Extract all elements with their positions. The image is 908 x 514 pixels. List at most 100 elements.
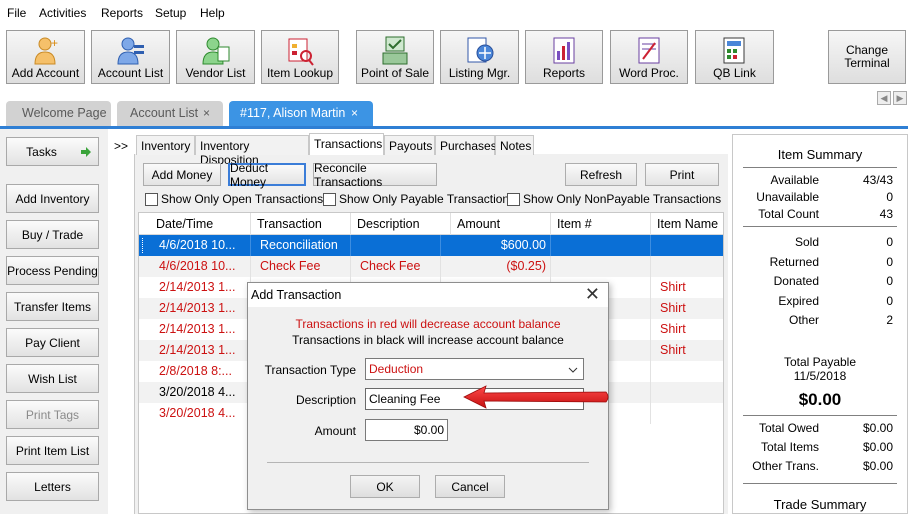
quickbooks-link-button[interactable]: QB Link [695, 30, 774, 84]
tab-inventory[interactable]: Inventory [136, 135, 195, 155]
summary-value: 0 [886, 235, 893, 249]
col-item-number[interactable]: Item # [557, 217, 592, 231]
filter-nonpayable-checkbox[interactable]: Show Only NonPayable Transactions [507, 192, 721, 206]
word-processor-label: Word Proc. [619, 66, 679, 80]
tab-scroll-left-icon[interactable]: ◀ [877, 91, 891, 105]
menu-help[interactable]: Help [200, 6, 225, 20]
summary-label: Total Count [758, 207, 819, 221]
reports-icon [553, 37, 575, 64]
tab-underline [0, 126, 908, 129]
change-terminal-label: Change Terminal [844, 43, 890, 70]
cell-description: Check Fee [360, 259, 421, 273]
reconcile-transactions-button[interactable]: Reconcile Transactions [313, 161, 437, 189]
table-row[interactable]: 4/6/2018 10... Check Fee Check Fee ($0.25) [139, 256, 723, 277]
word-processor-button[interactable]: Word Proc. [610, 30, 688, 84]
account-list-icon [116, 37, 144, 65]
tab-account-list-label: Account List [130, 106, 199, 120]
cell-item-name: Shirt [660, 343, 686, 357]
cell-date: 4/6/2018 10... [159, 238, 236, 252]
tab-alison-martin[interactable]: #117, Alison Martin × [229, 101, 373, 127]
add-inventory-button[interactable]: Add Inventory [6, 184, 99, 213]
print-tags-button: Print Tags [6, 400, 99, 429]
trade-summary-title: Trade Summary [773, 497, 867, 512]
pay-client-button[interactable]: Pay Client [6, 328, 99, 357]
summary-label: Total Owed [758, 421, 819, 435]
amount-input[interactable]: $0.00 [365, 419, 448, 441]
process-pending-button[interactable]: Process Pending [6, 256, 99, 285]
tab-alison-martin-label: #117, Alison Martin [240, 106, 346, 120]
point-of-sale-icon [382, 36, 408, 65]
tab-welcome-label: Welcome Page [22, 106, 107, 120]
menu-reports[interactable]: Reports [101, 6, 143, 20]
menu-file[interactable]: File [7, 6, 26, 20]
tab-scroll-right-icon[interactable]: ▶ [893, 91, 907, 105]
tasks-button[interactable]: Tasks [6, 137, 99, 166]
cell-date: 3/20/2018 4... [159, 385, 236, 399]
cell-date: 2/14/2013 1... [159, 343, 236, 357]
tab-purchases[interactable]: Purchases [435, 135, 497, 155]
transfer-items-button[interactable]: Transfer Items [6, 292, 99, 321]
filter-open-label: Show Only Open Transactions [161, 192, 324, 206]
add-money-button[interactable]: Add Money [143, 163, 221, 186]
transaction-type-select[interactable]: Deduction [365, 358, 584, 380]
transaction-type-value: Deduction [369, 362, 424, 376]
refresh-button[interactable]: Refresh [565, 163, 637, 186]
tab-welcome-page[interactable]: Welcome Page [6, 101, 111, 127]
reports-button[interactable]: Reports [525, 30, 603, 84]
cell-item-name: Shirt [660, 301, 686, 315]
col-description[interactable]: Description [357, 217, 420, 231]
filter-nonpayable-box[interactable] [507, 192, 520, 206]
col-date-time[interactable]: Date/Time [156, 217, 213, 231]
cell-date: 4/6/2018 10... [159, 259, 236, 273]
table-row[interactable]: 4/6/2018 10... Reconciliation $600.00 [139, 235, 723, 256]
tab-inventory-disposition[interactable]: Inventory Disposition [195, 135, 309, 167]
point-of-sale-button[interactable]: Point of Sale [356, 30, 434, 84]
tab-notes[interactable]: Notes [495, 135, 534, 155]
amount-label: Amount [314, 424, 356, 438]
col-transaction[interactable]: Transaction [257, 217, 322, 231]
filter-payable-box[interactable] [323, 192, 336, 206]
col-amount[interactable]: Amount [457, 217, 500, 231]
summary-value: $0.00 [862, 440, 893, 454]
letters-button[interactable]: Letters [6, 472, 99, 501]
cancel-button[interactable]: Cancel [435, 475, 505, 498]
cell-date: 2/14/2013 1... [159, 280, 236, 294]
collapse-chevron[interactable]: >> [114, 139, 128, 153]
summary-label: Available [770, 173, 819, 187]
filter-open-box[interactable] [145, 192, 158, 206]
cell-date: 2/14/2013 1... [159, 322, 236, 336]
tab-account-list[interactable]: Account List × [117, 101, 223, 127]
deduct-money-button[interactable]: Deduct Money [228, 161, 306, 189]
buy-trade-button[interactable]: Buy / Trade [6, 220, 99, 249]
tab-transactions[interactable]: Transactions [309, 133, 384, 155]
ok-button[interactable]: OK [350, 475, 420, 498]
change-terminal-button[interactable]: Change Terminal [828, 30, 906, 84]
menu-setup[interactable]: Setup [155, 6, 186, 20]
summary-value: 0 [886, 274, 893, 289]
listing-manager-label: Listing Mgr. [448, 66, 511, 80]
tab-account-list-close-icon[interactable]: × [203, 106, 210, 120]
print-button[interactable]: Print [645, 163, 719, 186]
item-lookup-button[interactable]: Item Lookup [261, 30, 339, 84]
print-item-list-button[interactable]: Print Item List [6, 436, 99, 465]
tab-alison-martin-close-icon[interactable]: × [351, 106, 358, 120]
add-account-button[interactable]: + Add Account [6, 30, 85, 84]
wish-list-button[interactable]: Wish List [6, 364, 99, 393]
grid-header: Date/Time Transaction Description Amount… [139, 213, 723, 235]
vendor-list-button[interactable]: Vendor List [176, 30, 255, 84]
col-item-name[interactable]: Item Name [657, 217, 718, 231]
reports-label: Reports [542, 66, 586, 80]
filter-payable-checkbox[interactable]: Show Only Payable Transactions [323, 192, 515, 206]
arrow-right-icon [81, 147, 91, 157]
close-icon[interactable]: ✕ [585, 284, 600, 304]
tab-payouts[interactable]: Payouts [384, 135, 435, 155]
summary-value: $0.00 [862, 421, 893, 435]
add-account-icon: + [33, 36, 58, 65]
account-list-label: Account List [97, 66, 164, 80]
listing-manager-button[interactable]: Listing Mgr. [440, 30, 519, 84]
menu-activities[interactable]: Activities [39, 6, 86, 20]
account-list-button[interactable]: Account List [91, 30, 170, 84]
item-summary-panel: Item Summary Available 43/43 Unavailable 0 T… [732, 134, 908, 514]
summary-label: Expired [778, 293, 819, 308]
filter-open-checkbox[interactable]: Show Only Open Transactions [145, 192, 323, 206]
